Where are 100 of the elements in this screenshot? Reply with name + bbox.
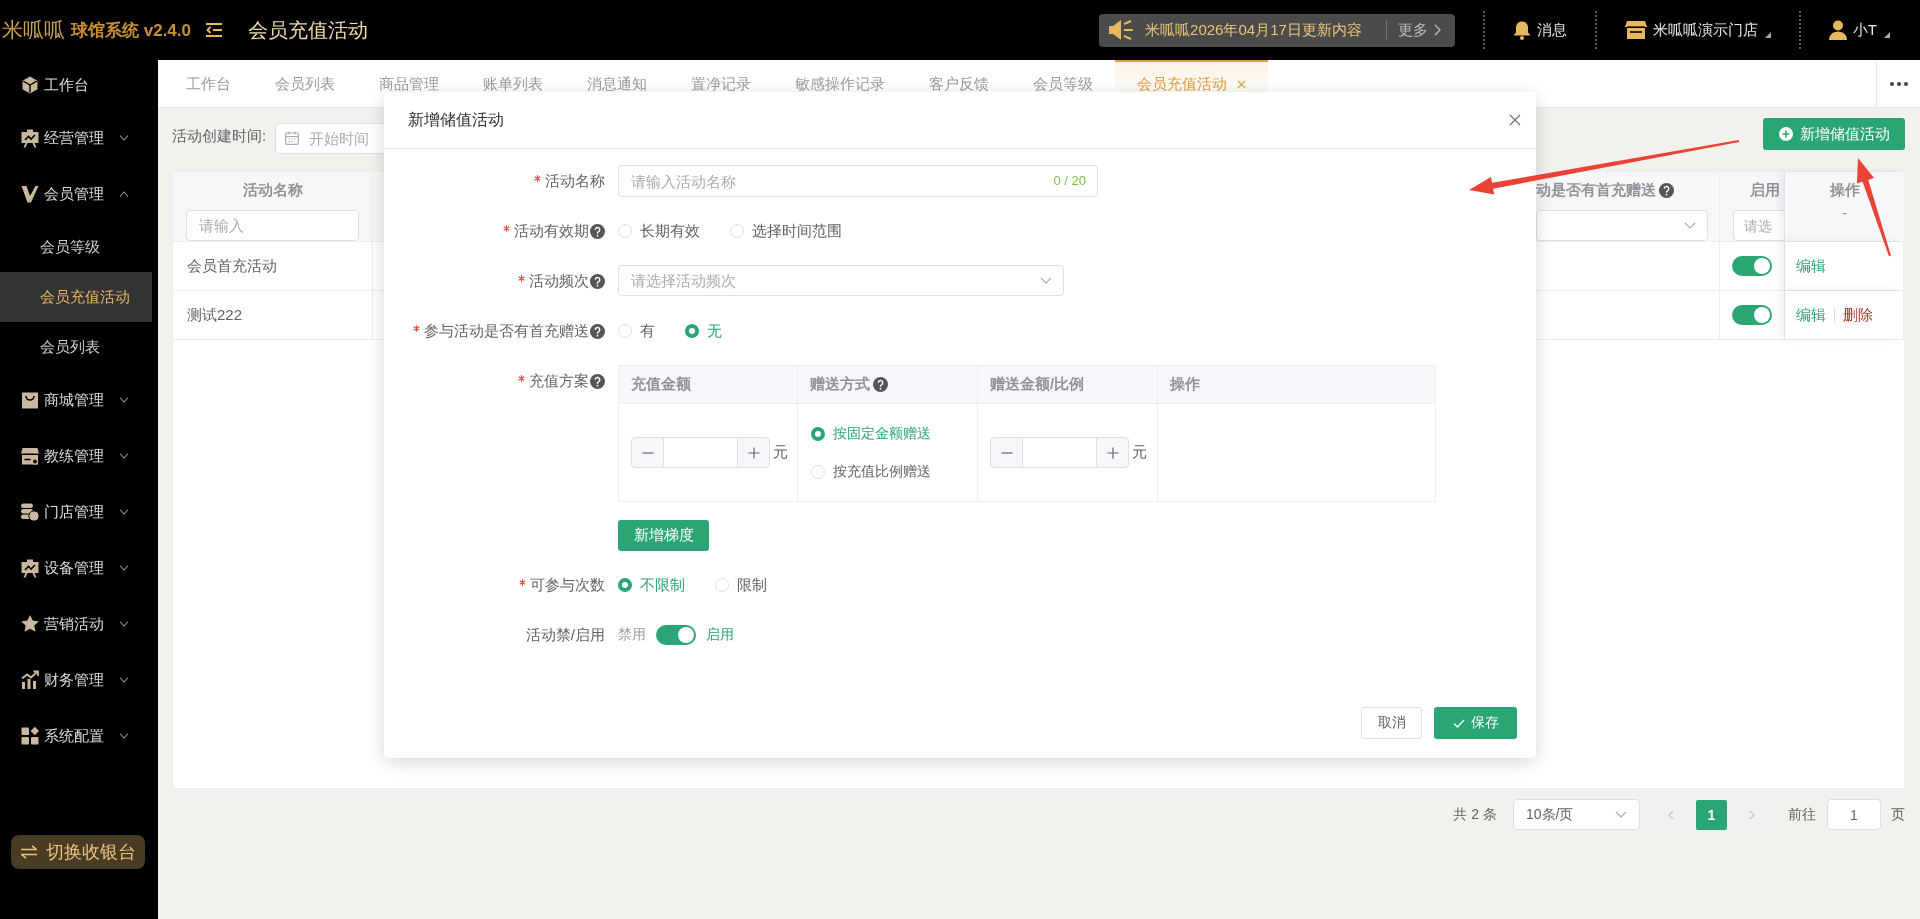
amount-input[interactable]	[664, 437, 737, 468]
field-label: 充值方案	[529, 371, 589, 391]
amount-input[interactable]	[1023, 437, 1096, 468]
close-icon[interactable]	[1237, 80, 1246, 89]
field-label: 参与活动是否有首充赠送	[424, 321, 589, 341]
field-label: 活动名称	[545, 171, 605, 191]
column-header: 赠送方式	[810, 375, 870, 394]
chart-board-icon	[20, 128, 40, 148]
messages-link[interactable]: 消息	[1512, 20, 1567, 40]
field-label: 可参与次数	[530, 575, 605, 595]
filter-input[interactable]: 请输入	[186, 210, 359, 241]
radio-option[interactable]: 限制	[715, 575, 767, 595]
page-title: 会员充值活动	[248, 17, 368, 43]
nav-item[interactable]: 财务管理	[0, 652, 152, 708]
chevron-down-icon	[1684, 222, 1696, 229]
nav-item[interactable]: 营销活动	[0, 596, 152, 652]
field-label: 活动有效期	[514, 221, 589, 241]
page-unit-label: 页	[1891, 805, 1905, 824]
field-label: 活动频次	[529, 271, 589, 291]
submenu-item[interactable]: 会员列表	[0, 322, 152, 372]
app-name: 球馆系统 v2.4.0	[71, 19, 191, 42]
nav-item[interactable]: 门店管理	[0, 484, 152, 540]
table-cell: 会员首充活动	[173, 242, 373, 290]
column-header: 操作	[1829, 180, 1860, 200]
switch-cashier-button[interactable]: 切换收银台	[11, 835, 145, 869]
chevron-down-icon	[1040, 277, 1052, 284]
bar-chart-icon	[20, 670, 40, 690]
nav-item[interactable]: 系统配置	[0, 708, 152, 764]
column-header: 赠送金额/比例	[990, 375, 1085, 394]
coins-icon	[20, 502, 40, 522]
grid-icon	[20, 726, 40, 746]
nav-item[interactable]: 教练管理	[0, 428, 152, 484]
cancel-button[interactable]: 取消	[1361, 707, 1422, 739]
more-icon[interactable]	[1889, 81, 1908, 86]
nav-item[interactable]: 经营管理	[0, 110, 152, 166]
user-menu[interactable]: 小T	[1828, 20, 1890, 40]
caret-icon	[1884, 32, 1890, 38]
check-icon	[1452, 718, 1465, 728]
cube-icon	[20, 75, 40, 95]
bell-icon	[1512, 20, 1531, 40]
filter-select[interactable]: 请选	[1733, 210, 1784, 241]
more-link[interactable]: 更多	[1397, 20, 1441, 40]
radio-option[interactable]: 选择时间范围	[730, 221, 842, 241]
submenu-item[interactable]: 会员等级	[0, 222, 152, 272]
total-count: 共 2 条	[1453, 805, 1497, 824]
switch-on-label: 启用	[706, 626, 734, 644]
plus-circle-icon	[1778, 127, 1793, 141]
column-header: 活动名称	[242, 180, 303, 200]
caret-icon	[1764, 32, 1771, 38]
speaker-icon	[1109, 20, 1135, 40]
switch-off-label: 禁用	[618, 626, 646, 644]
star-icon	[20, 614, 40, 634]
char-counter: 0 / 20	[1053, 173, 1086, 189]
column-header: 充值金额	[631, 375, 691, 394]
chart-board-icon	[20, 558, 40, 578]
bag-icon	[20, 390, 40, 410]
decrement-button[interactable]	[631, 437, 664, 468]
store-selector[interactable]: 米呱呱演示门店	[1624, 20, 1771, 40]
table-cell: 测试222	[173, 291, 373, 339]
nav-item[interactable]: 会员管理	[0, 166, 152, 222]
chevron-right-icon	[1749, 809, 1755, 820]
submenu-item[interactable]: 会员充值活动	[0, 272, 152, 322]
column-subheader: -	[1842, 204, 1847, 221]
toggle-switch[interactable]	[1732, 256, 1772, 276]
radio-option[interactable]: 按充值比例赠送	[811, 462, 931, 481]
radio-option[interactable]: 长期有效	[618, 221, 700, 241]
increment-button[interactable]	[1096, 437, 1129, 468]
page-size-select[interactable]: 10条/页	[1513, 799, 1640, 830]
chevron-left-icon	[1668, 809, 1674, 820]
unit-label: 元	[1132, 443, 1147, 462]
column-header: 动是否有首充赠送	[1536, 180, 1656, 200]
field-label: 活动禁/启用	[525, 625, 605, 645]
calendar-icon	[285, 131, 300, 145]
logo: 米呱呱	[2, 17, 65, 43]
filter-select[interactable]	[1536, 210, 1708, 241]
swap-icon	[20, 845, 38, 859]
store-icon	[1624, 20, 1647, 40]
decrement-button[interactable]	[990, 437, 1023, 468]
unit-label: 元	[773, 443, 788, 462]
notice-bar[interactable]: 米呱呱2026年04月17日更新内容 更多	[1099, 13, 1455, 47]
shop-icon	[20, 446, 40, 466]
select-field[interactable]: 请选择活动频次	[618, 265, 1064, 296]
delete-link[interactable]: 删除	[1843, 305, 1873, 325]
column-header: 操作	[1170, 375, 1200, 394]
close-icon[interactable]	[1509, 114, 1521, 126]
radio-option[interactable]: 有	[618, 321, 655, 341]
increment-button[interactable]	[737, 437, 770, 468]
nav-item[interactable]: 设备管理	[0, 540, 152, 596]
page-input[interactable]: 1	[1827, 799, 1881, 830]
v-mark-icon	[20, 184, 40, 204]
chevron-down-icon	[1615, 811, 1627, 818]
menu-fold-icon[interactable]	[206, 23, 222, 37]
nav-item[interactable]: 工作台	[0, 60, 152, 110]
column-header: 启用	[1750, 180, 1780, 200]
notice-text: 米呱呱2026年04月17日更新内容	[1145, 20, 1362, 40]
toggle-switch[interactable]	[1732, 305, 1772, 325]
user-icon	[1828, 20, 1847, 40]
toggle-switch[interactable]	[656, 625, 696, 645]
nav-item[interactable]: 商城管理	[0, 372, 152, 428]
plus-icon	[747, 446, 760, 459]
